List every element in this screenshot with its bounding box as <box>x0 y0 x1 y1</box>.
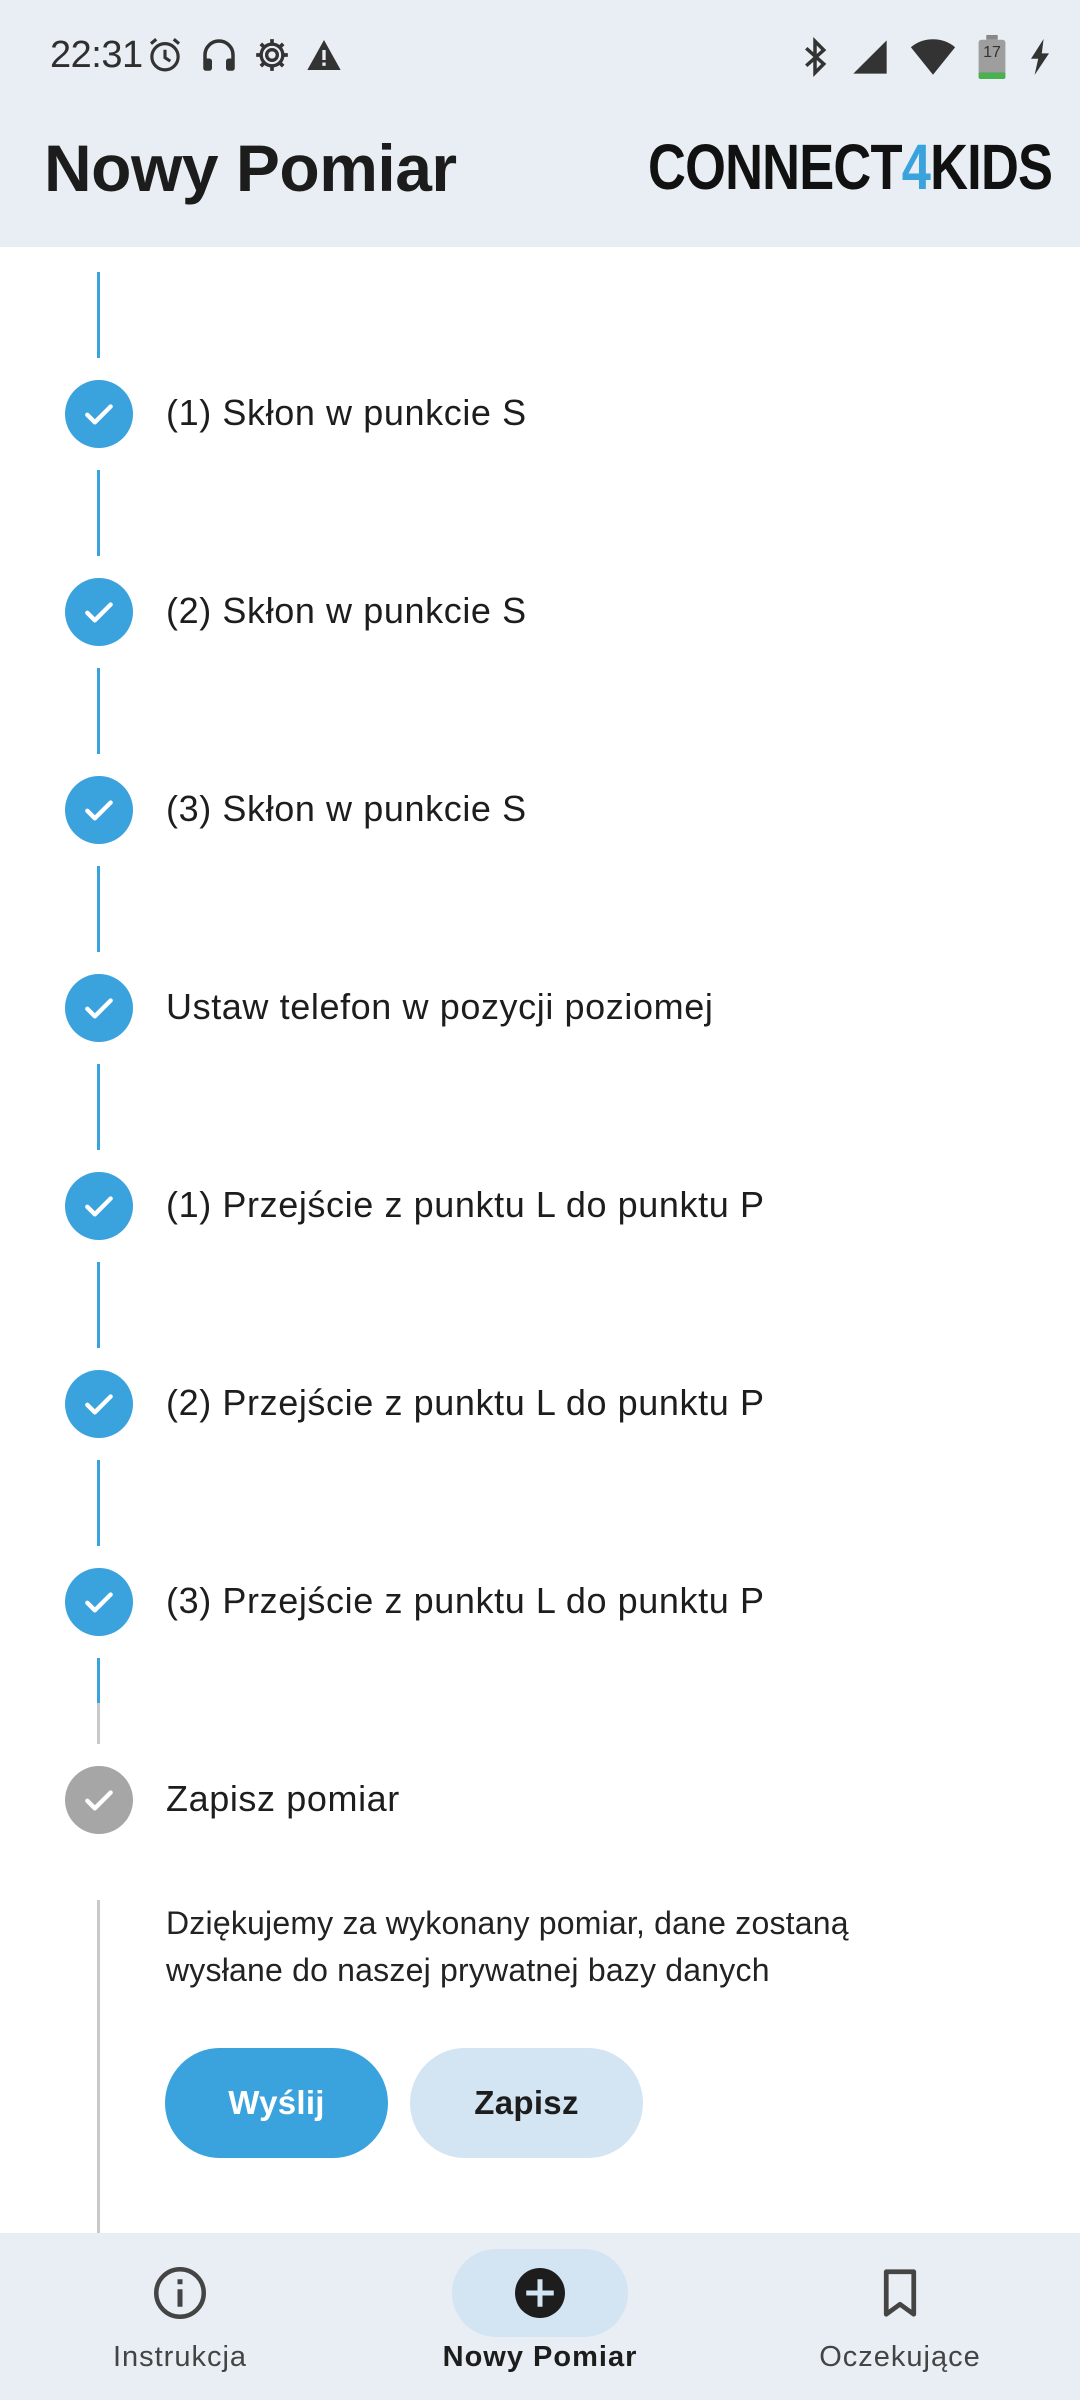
step-check-circle[interactable] <box>65 1568 133 1636</box>
step-label[interactable]: (2) Przejście z punktu L do punktu P <box>166 1382 765 1424</box>
save-button[interactable]: Zapisz <box>410 2048 643 2158</box>
settings-icon <box>252 35 292 75</box>
app-screen: 22:31 17 Nowy Pomiar CONNECT4KIDS (1) Sk… <box>0 0 1080 2400</box>
step-check-circle[interactable] <box>65 1370 133 1438</box>
step-connector <box>97 1658 100 1744</box>
step-connector <box>97 470 100 556</box>
check-icon <box>85 1592 113 1613</box>
step-connector <box>97 272 100 358</box>
status-right-icons: 17 <box>800 34 1052 80</box>
bluetooth-icon <box>800 36 830 78</box>
status-left-icons <box>144 34 344 76</box>
step-label[interactable]: (3) Przejście z punktu L do punktu P <box>166 1580 765 1622</box>
nav-item-instrukcja[interactable]: Instrukcja <box>0 2233 360 2400</box>
send-button[interactable]: Wyślij <box>165 2048 388 2158</box>
brand-accent: 4 <box>901 131 931 203</box>
nav-label: Nowy Pomiar <box>442 2341 638 2373</box>
step-check-circle[interactable] <box>65 776 133 844</box>
alarm-icon <box>144 34 186 76</box>
nav-label: Oczekujące <box>819 2341 981 2373</box>
battery-level: 17 <box>983 44 1001 61</box>
top-header: 22:31 17 Nowy Pomiar CONNECT4KIDS <box>0 0 1080 247</box>
wifi-icon <box>910 37 956 77</box>
nav-label: Instrukcja <box>112 2341 248 2373</box>
step-connector <box>97 1064 100 1150</box>
check-icon <box>85 602 113 623</box>
add-circle-icon <box>515 2268 565 2318</box>
brand-suffix: KIDS <box>930 131 1053 203</box>
step-label[interactable]: (2) Skłon w punkcie S <box>166 590 527 632</box>
step-check-circle[interactable] <box>65 578 133 646</box>
nav-icon-container <box>812 2249 988 2337</box>
headphones-icon <box>198 34 240 76</box>
brand-prefix: CONNECT <box>648 131 903 203</box>
step-label[interactable]: (1) Przejście z punktu L do punktu P <box>166 1184 765 1226</box>
check-icon <box>85 1790 113 1811</box>
nav-item-oczekujace[interactable]: Oczekujące <box>720 2233 1080 2400</box>
check-icon <box>85 1196 113 1217</box>
step-check-circle[interactable] <box>65 1766 133 1834</box>
step-check-circle[interactable] <box>65 380 133 448</box>
signal-icon <box>850 37 890 77</box>
check-icon <box>85 404 113 425</box>
step-label[interactable]: Zapisz pomiar <box>166 1778 400 1820</box>
check-icon <box>85 998 113 1019</box>
nav-item-nowy-pomiar[interactable]: Nowy Pomiar <box>360 2233 720 2400</box>
check-icon <box>85 1394 113 1415</box>
page-title: Nowy Pomiar <box>44 131 457 205</box>
step-check-circle[interactable] <box>65 1172 133 1240</box>
nav-icon-container <box>452 2249 628 2337</box>
step-label[interactable]: (3) Skłon w punkcie S <box>166 788 527 830</box>
check-icon <box>85 800 113 821</box>
status-time: 22:31 <box>50 34 143 76</box>
bookmark-icon <box>883 2269 917 2317</box>
step-check-circle[interactable] <box>65 974 133 1042</box>
nav-icon-container <box>92 2249 268 2337</box>
step-connector <box>97 1262 100 1348</box>
step-label[interactable]: (1) Skłon w punkcie S <box>166 392 527 434</box>
bottom-navigation: Instrukcja Nowy Pomiar Oczekujące <box>0 2233 1080 2400</box>
charging-icon <box>1028 39 1052 75</box>
warning-icon <box>304 35 344 75</box>
brand-logo: CONNECT4KIDS <box>648 130 1053 204</box>
battery-icon: 17 <box>976 34 1008 80</box>
step-connector <box>97 866 100 952</box>
step-connector <box>97 668 100 754</box>
step-connector <box>97 1900 100 2233</box>
step-label[interactable]: Ustaw telefon w pozycji poziomej <box>166 986 713 1028</box>
step-description: Dziękujemy za wykonany pomiar, dane zost… <box>166 1905 849 1988</box>
step-connector <box>97 1460 100 1546</box>
info-icon <box>154 2267 206 2319</box>
